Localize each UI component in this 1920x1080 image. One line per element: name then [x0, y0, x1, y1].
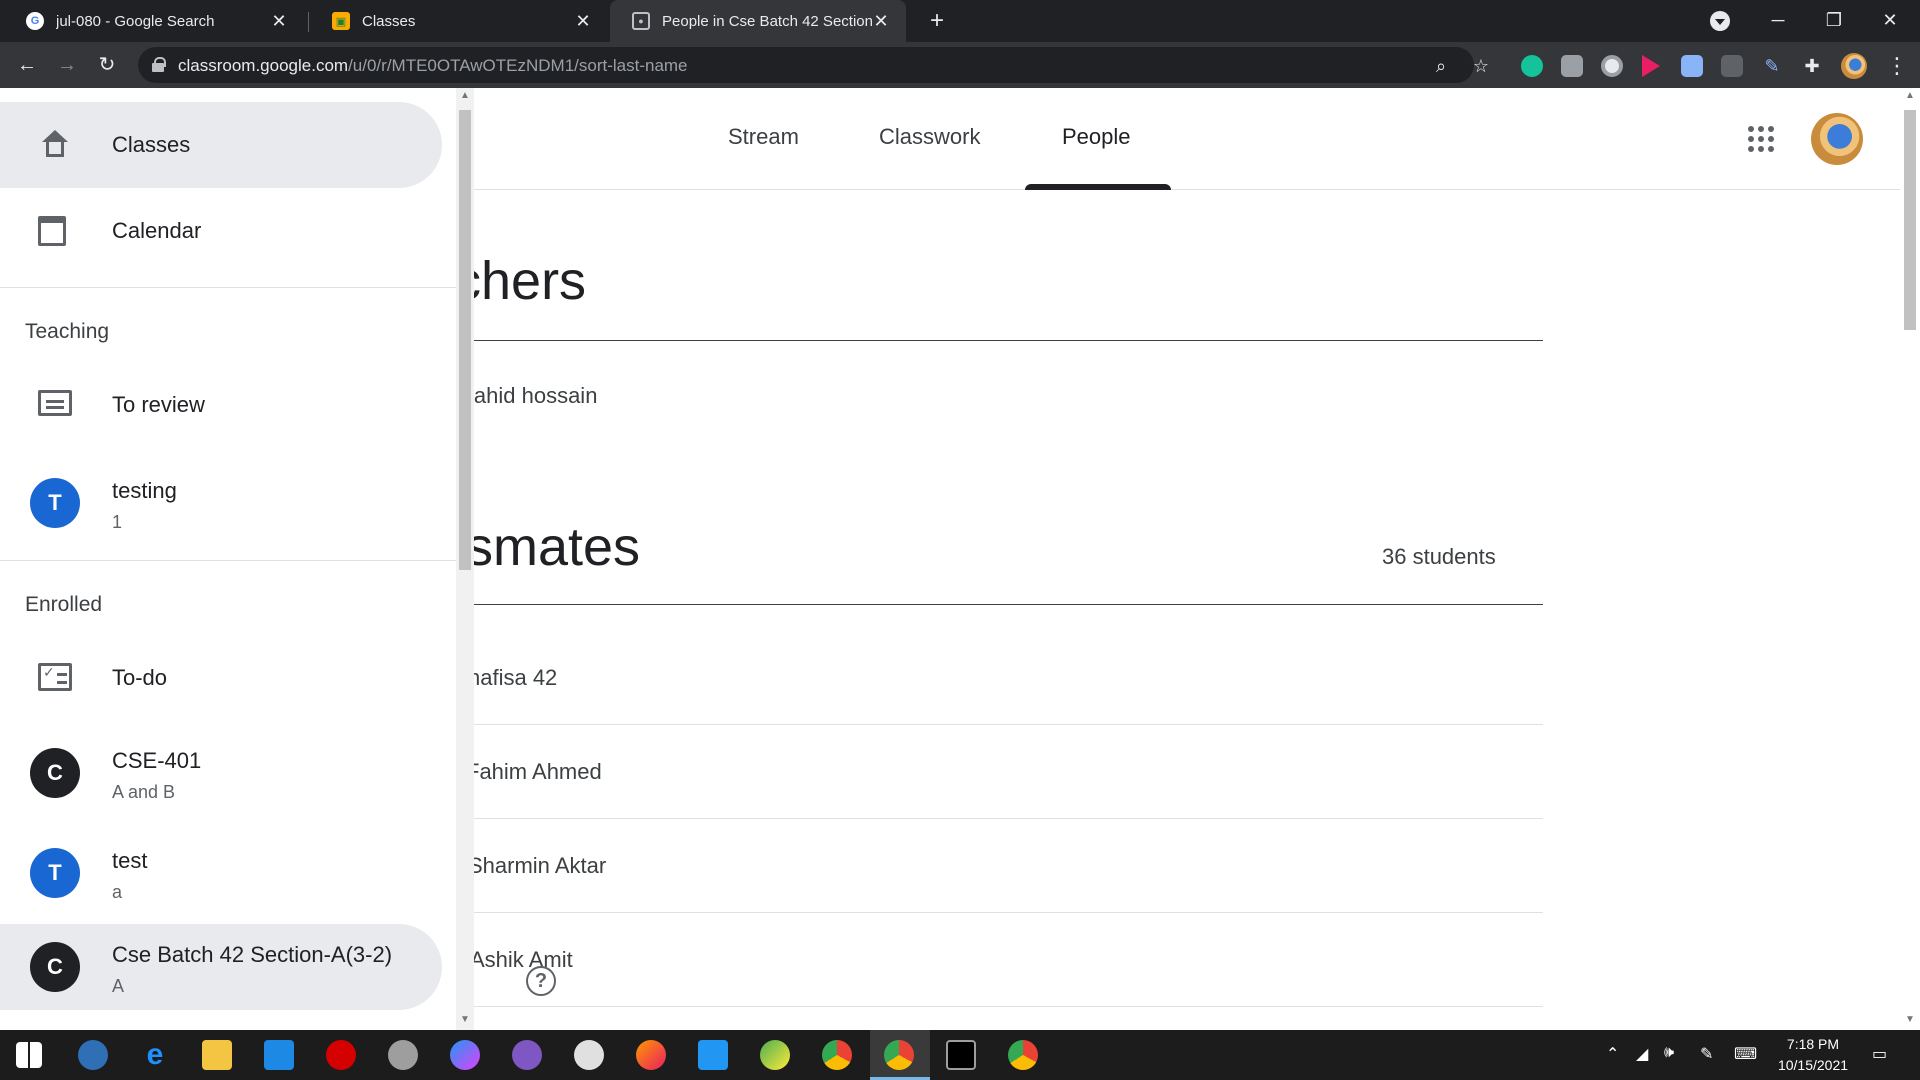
restore-button[interactable]: ❐ — [1806, 0, 1862, 42]
student-row[interactable]: Ashik Amit — [470, 947, 573, 973]
profile-avatar[interactable] — [1841, 53, 1867, 79]
classroom-page: Stream Classwork People chers Nahid hoss… — [0, 88, 1920, 1030]
terminal-icon[interactable] — [946, 1040, 976, 1070]
account-avatar[interactable] — [1811, 113, 1863, 165]
new-tab-button[interactable]: + — [922, 6, 952, 36]
chrome-icon[interactable] — [884, 1040, 914, 1070]
back-button[interactable]: ← — [12, 50, 42, 80]
close-tab-icon[interactable]: ✕ — [270, 11, 288, 32]
drawer-item-class-test[interactable]: T test a — [0, 830, 442, 916]
tab-search-icon[interactable] — [1710, 11, 1730, 31]
todo-icon — [38, 663, 72, 691]
file-explorer-icon[interactable] — [202, 1040, 232, 1070]
pen-icon[interactable]: ✎ — [1700, 1044, 1713, 1064]
enrolled-heading: Enrolled — [25, 593, 103, 616]
forward-button[interactable]: → — [52, 50, 82, 80]
mail-icon[interactable] — [264, 1040, 294, 1070]
student-count: 36 students — [1382, 544, 1496, 569]
address-bar[interactable]: classroom.google.com/u/0/r/MTE0OTAwOTEzN… — [138, 47, 1489, 83]
url-text: classroom.google.com/u/0/r/MTE0OTAwOTEzN… — [178, 56, 688, 75]
network-icon[interactable]: ◢ — [1636, 1044, 1648, 1064]
chrome-icon[interactable] — [1008, 1040, 1038, 1070]
grammarly-extension-icon[interactable] — [1521, 55, 1543, 77]
tab-classwork[interactable]: Classwork — [879, 124, 980, 150]
close-window-button[interactable]: ✕ — [1862, 0, 1918, 42]
browser-menu-icon[interactable]: ⋮ — [1886, 52, 1908, 80]
help-icon[interactable]: ? — [526, 966, 556, 996]
qbittorrent-icon[interactable] — [78, 1040, 108, 1070]
extension-icon[interactable] — [1601, 55, 1623, 77]
class-avatar: T — [30, 478, 80, 528]
calendar-icon — [38, 216, 66, 246]
minimize-button[interactable]: ─ — [1750, 0, 1806, 42]
app-icon[interactable] — [574, 1040, 604, 1070]
drawer-item-class-cse-batch-42[interactable]: C Cse Batch 42 Section-A(3-2) A — [0, 924, 442, 1010]
messenger-icon[interactable] — [450, 1040, 480, 1070]
browser-tab-classes[interactable]: ▣ Classes ✕ — [310, 0, 608, 42]
browser-tab-google-search[interactable]: G jul-080 - Google Search ✕ — [4, 0, 304, 42]
tab-people[interactable]: People — [1062, 124, 1131, 150]
notifications-icon[interactable]: ▭ — [1872, 1044, 1887, 1064]
close-tab-icon[interactable]: ✕ — [872, 11, 890, 32]
drawer-item-to-do[interactable]: To-do — [0, 635, 442, 721]
home-icon — [38, 130, 72, 160]
classroom-icon: ▣ — [332, 12, 350, 30]
drawer-item-calendar[interactable]: Calendar — [0, 188, 442, 274]
edge-icon[interactable]: e — [140, 1040, 170, 1070]
windows-taskbar: e ⌃ ◢ 🕪 ✎ ⌨ 7:18 PM 10/15/2021 ▭ — [0, 1030, 1920, 1080]
chrome-icon[interactable] — [822, 1040, 852, 1070]
drawer-scrollbar[interactable]: ▲ ▼ — [456, 88, 474, 1030]
browser-tab-strip: G jul-080 - Google Search ✕ ▣ Classes ✕ … — [0, 0, 1920, 42]
review-icon — [38, 390, 72, 416]
pen-extension-icon[interactable]: ✎ — [1761, 55, 1783, 77]
app-icon[interactable] — [388, 1040, 418, 1070]
student-row[interactable]: Sharmin Aktar — [468, 853, 606, 879]
student-row[interactable]: nafisa 42 — [468, 665, 557, 691]
zoom-icon[interactable]: ⌕ — [1430, 55, 1452, 77]
navigation-drawer: Classes Calendar Teaching To review T te… — [0, 88, 456, 1030]
keyboard-icon[interactable]: ⌨ — [1734, 1044, 1757, 1064]
student-row[interactable]: Fahim Ahmed — [466, 759, 602, 785]
teacher-name[interactable]: Nahid hossain — [458, 383, 597, 409]
class-avatar: C — [30, 942, 80, 992]
google-apps-icon[interactable] — [1748, 126, 1774, 152]
github-desktop-icon[interactable] — [512, 1040, 542, 1070]
tab-stream[interactable]: Stream — [728, 124, 799, 150]
vscode-icon[interactable] — [698, 1040, 728, 1070]
puzzle-extensions-icon[interactable]: ✚ — [1801, 55, 1823, 77]
drawer-item-class-cse-401[interactable]: C CSE-401 A and B — [0, 730, 442, 816]
class-avatar: C — [30, 748, 80, 798]
app-icon[interactable] — [760, 1040, 790, 1070]
page-scrollbar[interactable]: ▲ ▼ — [1900, 88, 1920, 1030]
start-icon[interactable] — [16, 1042, 42, 1068]
chevron-up-icon[interactable]: ⌃ — [1606, 1044, 1619, 1064]
close-tab-icon[interactable]: ✕ — [574, 11, 592, 32]
classmates-heading: smates — [466, 517, 641, 577]
teaching-heading: Teaching — [25, 320, 110, 343]
firefox-icon[interactable] — [636, 1040, 666, 1070]
play-extension-icon[interactable] — [1642, 55, 1660, 77]
screen-extension-icon[interactable] — [1721, 55, 1743, 77]
active-tab-indicator — [1025, 184, 1171, 190]
clock[interactable]: 7:18 PM 10/15/2021 — [1768, 1034, 1858, 1076]
drawer-item-to-review[interactable]: To review — [0, 362, 442, 448]
bookmark-star-icon[interactable]: ☆ — [1470, 55, 1492, 77]
opera-icon[interactable] — [326, 1040, 356, 1070]
lock-icon — [152, 57, 166, 72]
volume-icon[interactable]: 🕪 — [1664, 1044, 1674, 1062]
class-avatar: T — [30, 848, 80, 898]
download-extension-icon[interactable] — [1681, 55, 1703, 77]
people-icon: ● — [632, 12, 650, 30]
drawer-item-classes[interactable]: Classes — [0, 102, 442, 188]
drawer-item-class-testing[interactable]: T testing 1 — [0, 460, 442, 546]
browser-tab-people[interactable]: ● People in Cse Batch 42 Section-A ✕ — [610, 0, 906, 42]
camera-extension-icon[interactable] — [1561, 55, 1583, 77]
reload-button[interactable]: ↻ — [92, 50, 122, 80]
browser-toolbar: ← → ↻ classroom.google.com/u/0/r/MTE0OTA… — [0, 42, 1920, 88]
google-icon: G — [26, 12, 44, 30]
